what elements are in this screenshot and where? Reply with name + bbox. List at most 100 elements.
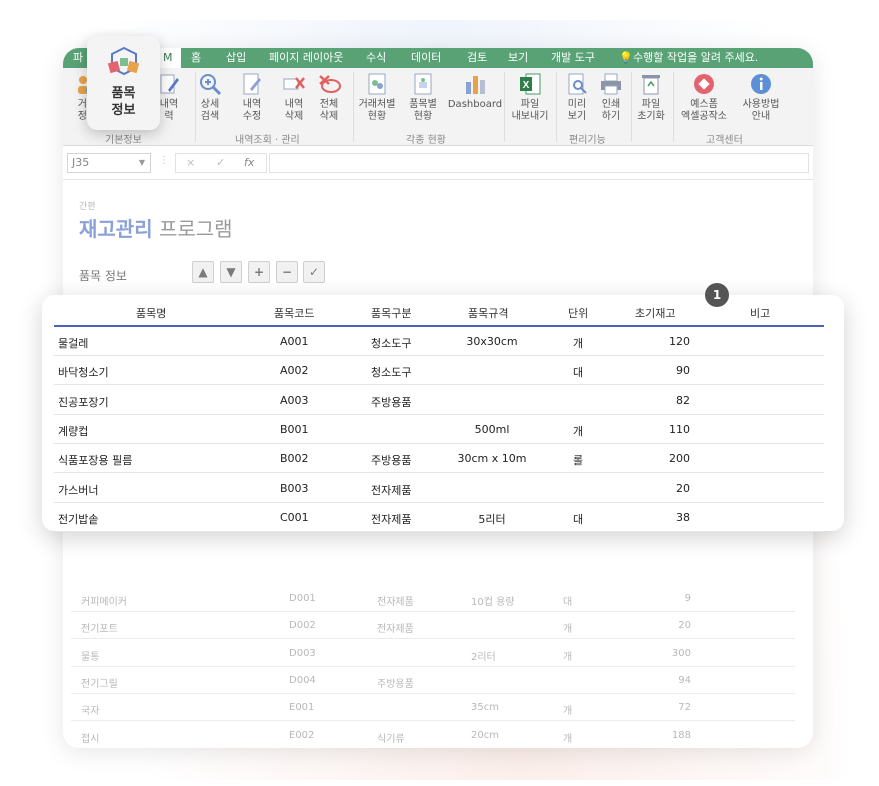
cell-initial-stock[interactable]: 20: [630, 482, 690, 495]
table-row[interactable]: 바닥청소기 A002 청소도구 대 90: [54, 356, 824, 386]
cell-item-code[interactable]: C001: [280, 511, 309, 524]
cell-item-name[interactable]: 가스버너: [58, 482, 98, 498]
tab-data[interactable]: 데이터: [411, 48, 441, 68]
cell-item-name[interactable]: 전기밥솥: [58, 511, 98, 527]
cell-initial-stock[interactable]: 94: [661, 675, 691, 686]
cell-item-name[interactable]: 계량컵: [58, 423, 88, 439]
cell-item-name[interactable]: 국자: [81, 702, 99, 717]
function-icon[interactable]: fx: [244, 154, 254, 172]
tab-page-layout[interactable]: 페이지 레이아웃: [269, 48, 343, 68]
cell-initial-stock[interactable]: 200: [630, 452, 690, 465]
formula-input[interactable]: [269, 153, 809, 173]
table-row[interactable]: 진공포장기 A003 주방용품 82: [54, 386, 824, 415]
cell-item-code[interactable]: B001: [280, 423, 309, 436]
cell-item-category[interactable]: 전자제품: [371, 482, 411, 498]
cell-item-category[interactable]: 청소도구: [371, 364, 411, 380]
cell-item-spec[interactable]: 2리터: [471, 648, 496, 663]
cell-unit[interactable]: 대: [538, 364, 618, 380]
add-row-button[interactable]: +: [248, 261, 270, 283]
cell-unit[interactable]: 대: [563, 593, 572, 608]
table-row[interactable]: 전기그릴 D004 주방용품 94: [71, 667, 795, 694]
cell-item-category[interactable]: 전자제품: [377, 593, 414, 608]
cell-item-code[interactable]: D004: [289, 675, 316, 686]
cell-item-spec[interactable]: 30cm x 10m: [452, 452, 532, 465]
cell-item-name[interactable]: 전기그릴: [81, 675, 118, 690]
cell-item-spec[interactable]: 35cm: [471, 702, 499, 713]
cell-initial-stock[interactable]: 20: [661, 620, 691, 631]
cell-unit[interactable]: 개: [563, 648, 572, 663]
cell-item-name[interactable]: 바닥청소기: [58, 364, 109, 380]
excel-workshop-button[interactable]: 예스폼 엑셀공작소: [675, 72, 733, 123]
edit-history-button[interactable]: 내역 수정: [230, 72, 274, 123]
cell-item-spec[interactable]: 10컵 용량: [471, 593, 515, 608]
export-file-button[interactable]: X 파일 내보내기: [504, 72, 556, 123]
print-button[interactable]: 인쇄 하기: [589, 72, 633, 123]
cell-initial-stock[interactable]: 90: [630, 364, 690, 377]
cell-item-category[interactable]: 주방용품: [371, 452, 411, 468]
table-row[interactable]: 접시 E002 식기류 20cm 개 188: [71, 722, 795, 748]
tab-home[interactable]: 홈: [191, 48, 201, 68]
cell-item-code[interactable]: D003: [289, 648, 316, 659]
cell-initial-stock[interactable]: 120: [630, 335, 690, 348]
cell-item-name[interactable]: 접시: [81, 730, 99, 745]
cell-unit[interactable]: 개: [563, 702, 572, 717]
reset-file-button[interactable]: 파일 초기화: [629, 72, 673, 123]
cell-initial-stock[interactable]: 300: [661, 648, 691, 659]
cell-initial-stock[interactable]: 38: [630, 511, 690, 524]
tab-developer[interactable]: 개발 도구: [551, 48, 595, 68]
cell-initial-stock[interactable]: 188: [661, 730, 691, 741]
cell-item-name[interactable]: 커피메이커: [81, 593, 127, 608]
cell-unit[interactable]: 개: [563, 730, 572, 745]
cell-item-code[interactable]: D001: [289, 593, 316, 604]
cell-initial-stock[interactable]: 82: [630, 394, 690, 407]
cancel-icon[interactable]: ×: [186, 154, 195, 172]
dashboard-button[interactable]: Dashboard: [447, 72, 503, 111]
cell-item-code[interactable]: A003: [280, 394, 309, 407]
cell-item-category[interactable]: 주방용품: [377, 675, 414, 690]
table-row[interactable]: 식품포장용 필름 B002 주방용품 30cm x 10m 롤 200: [54, 444, 824, 474]
cell-item-spec[interactable]: 500ml: [452, 423, 532, 436]
by-partner-status-button[interactable]: 거래처별 현황: [355, 72, 399, 123]
move-down-button[interactable]: ▼: [220, 261, 242, 283]
table-row[interactable]: 물걸레 A001 청소도구 30x30cm 개 120: [54, 327, 824, 356]
tell-me-box[interactable]: 수행할 작업을 알려 주세요.: [633, 48, 758, 68]
cell-item-name[interactable]: 물걸레: [58, 335, 88, 351]
table-row[interactable]: 커피메이커 D001 전자제품 10컵 용량 대 9: [71, 585, 795, 612]
detail-search-button[interactable]: 상세 검색: [188, 72, 232, 123]
usage-guide-button[interactable]: 사용방법 안내: [735, 72, 787, 123]
cell-item-category[interactable]: 전자제품: [371, 511, 411, 527]
cell-item-code[interactable]: B003: [280, 482, 309, 495]
cell-item-code[interactable]: A002: [280, 364, 309, 377]
item-info-floating-button[interactable]: 품목 정보: [87, 36, 160, 130]
confirm-button[interactable]: ✓: [303, 261, 325, 283]
tab-view[interactable]: 보기: [508, 48, 528, 68]
table-row[interactable]: 가스버너 B003 전자제품 20: [54, 474, 824, 503]
cell-item-code[interactable]: B002: [280, 452, 309, 465]
cell-initial-stock[interactable]: 72: [661, 702, 691, 713]
name-box[interactable]: J35 ▼: [67, 153, 151, 173]
cell-item-name[interactable]: 물통: [81, 648, 99, 663]
cell-item-code[interactable]: A001: [280, 335, 309, 348]
table-row[interactable]: 전기포트 D002 전자제품 개 20: [71, 612, 795, 640]
delete-all-button[interactable]: 전체 삭제: [307, 72, 351, 123]
enter-icon[interactable]: ✓: [216, 154, 225, 172]
cell-item-category[interactable]: 청소도구: [371, 335, 411, 351]
cell-unit[interactable]: 롤: [538, 452, 618, 468]
cell-item-name[interactable]: 전기포트: [81, 620, 118, 635]
tab-file[interactable]: 파: [73, 48, 83, 68]
cell-unit[interactable]: 개: [538, 423, 618, 439]
cell-item-spec[interactable]: 5리터: [452, 511, 532, 527]
cell-item-category[interactable]: 주방용품: [371, 394, 411, 410]
remove-row-button[interactable]: −: [276, 261, 298, 283]
table-row[interactable]: 물통 D003 2리터 개 300: [71, 640, 795, 667]
cell-initial-stock[interactable]: 110: [630, 423, 690, 436]
by-item-status-button[interactable]: 품목별 현황: [401, 72, 445, 123]
cell-item-code[interactable]: D002: [289, 620, 316, 631]
cell-unit[interactable]: 개: [563, 620, 572, 635]
cell-unit[interactable]: 개: [538, 335, 618, 351]
move-up-button[interactable]: ▲: [192, 261, 214, 283]
cell-item-spec[interactable]: 30x30cm: [452, 335, 532, 348]
cell-item-code[interactable]: E001: [289, 702, 314, 713]
table-row[interactable]: 계량컵 B001 500ml 개 110: [54, 415, 824, 444]
tab-formulas[interactable]: 수식: [366, 48, 386, 68]
